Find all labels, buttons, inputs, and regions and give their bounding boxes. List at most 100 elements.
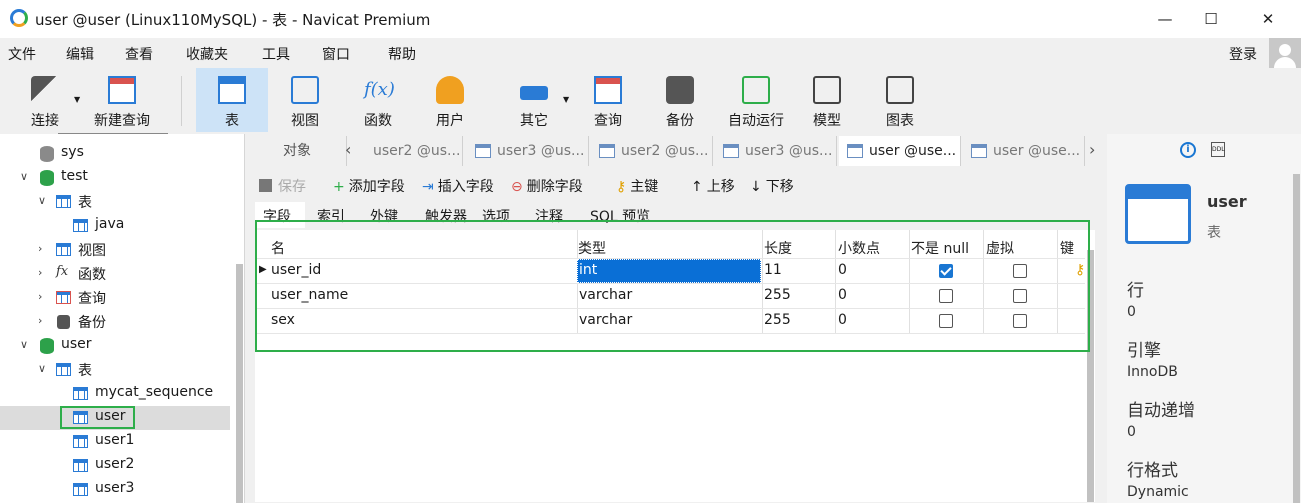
tree-item-user-db[interactable]: ∨ user	[0, 336, 230, 356]
menu-help[interactable]: 帮助	[388, 44, 416, 64]
backup-button[interactable]: 备份	[648, 68, 712, 132]
tree-scrollbar[interactable]	[236, 264, 243, 503]
tab-scroll-right-icon[interactable]: ›	[1089, 140, 1095, 159]
arrow-down-icon: ↓	[750, 179, 762, 195]
menu-bar: 文件 编辑 查看 收藏夹 工具 窗口 帮助 登录	[0, 38, 1301, 70]
table-icon	[73, 411, 88, 424]
rows-label: 行	[1127, 281, 1144, 301]
tab-user[interactable]: user @use...	[963, 136, 1085, 166]
chevron-right-icon: ›	[38, 314, 43, 327]
menu-file[interactable]: 文件	[8, 44, 36, 64]
tree-item-table[interactable]: mycat_sequence	[0, 384, 230, 404]
backup-icon	[666, 76, 694, 104]
new-query-button[interactable]: 新建查询	[88, 68, 156, 132]
avatar-icon[interactable]	[1269, 38, 1301, 70]
toolbar-divider	[181, 76, 182, 126]
tools-icon	[520, 86, 548, 100]
tree-partial-item	[58, 126, 168, 134]
tab-objects[interactable]: 对象	[255, 136, 347, 166]
automation-icon	[742, 76, 770, 104]
key-icon: ⚷	[616, 179, 627, 195]
table-icon	[73, 387, 88, 400]
function-icon: f(x)	[364, 79, 395, 100]
minimize-button[interactable]: —	[1142, 4, 1188, 34]
other-button[interactable]: ▼ 其它	[497, 68, 571, 132]
app-logo-icon	[10, 9, 28, 27]
database-icon	[40, 146, 54, 162]
menu-favorites[interactable]: 收藏夹	[186, 44, 228, 64]
tab-user3[interactable]: user3 @us...	[715, 136, 837, 166]
tab-user3[interactable]: user3 @us...	[467, 136, 589, 166]
tab-scroll-left-icon[interactable]: ‹	[345, 140, 351, 159]
view-button[interactable]: 视图	[273, 68, 337, 132]
close-button[interactable]: ✕	[1245, 4, 1291, 34]
move-down-button[interactable]: ↓ 下移	[750, 176, 794, 196]
chart-button[interactable]: 图表	[868, 68, 932, 132]
insert-field-button[interactable]: ⇥ 插入字段	[422, 176, 494, 196]
engine-value: InnoDB	[1127, 364, 1178, 380]
tree-item-table[interactable]: user2	[0, 456, 230, 476]
table-icon	[73, 483, 88, 496]
user-icon	[436, 76, 464, 104]
automation-button[interactable]: 自动运行	[720, 68, 792, 132]
tree-item-functions[interactable]: › fx 函数	[0, 264, 230, 284]
chevron-down-icon: ∨	[20, 170, 29, 183]
tree-item-table-selected[interactable]: user	[0, 406, 230, 430]
info-scrollbar[interactable]	[1293, 174, 1300, 503]
title-bar: user @user (Linux110MySQL) - 表 - Navicat…	[0, 0, 1301, 38]
delete-field-button[interactable]: ⊖ 删除字段	[511, 176, 583, 196]
menu-edit[interactable]: 编辑	[66, 44, 94, 64]
login-link[interactable]: 登录	[1229, 44, 1257, 64]
tree-item-test-tables[interactable]: ∨ 表	[0, 192, 230, 212]
table-icon	[56, 363, 71, 376]
primary-key-button[interactable]: ⚷ 主键	[616, 176, 658, 196]
tree-item-backups[interactable]: › 备份	[0, 312, 230, 332]
tab-user-design[interactable]: user @use...	[839, 136, 961, 166]
info-icon[interactable]: i	[1180, 142, 1196, 158]
table-icon	[73, 435, 88, 448]
navigation-tree: sys ∨ test ∨ 表 java › 视图 › fx 函数 › 查询 › …	[0, 133, 245, 503]
dropdown-arrow-icon: ▼	[74, 95, 81, 104]
tree-item-sys[interactable]: sys	[0, 144, 230, 164]
table-icon	[73, 219, 88, 232]
table-icon	[73, 459, 88, 472]
chevron-down-icon: ∨	[38, 362, 47, 375]
menu-tools[interactable]: 工具	[262, 44, 290, 64]
tab-user2[interactable]: user2 @us...	[363, 136, 463, 166]
function-icon: fx	[56, 264, 69, 279]
tree-item-table[interactable]: user3	[0, 480, 230, 500]
highlight-box	[255, 220, 1090, 352]
connect-button[interactable]: ▼ 连接	[12, 68, 81, 132]
autoinc-label: 自动递增	[1127, 401, 1195, 421]
function-button[interactable]: f(x) 函数	[346, 68, 410, 132]
table-designer: 对象 ‹ user2 @us... user3 @us... user2 @us…	[245, 134, 1107, 503]
maximize-button[interactable]: ☐	[1188, 4, 1234, 34]
table-button[interactable]: 表	[196, 68, 268, 132]
add-field-button[interactable]: + 添加字段	[333, 176, 405, 196]
model-button[interactable]: 模型	[795, 68, 859, 132]
ddl-icon[interactable]: DDL	[1211, 142, 1225, 157]
view-icon	[56, 243, 71, 256]
backup-icon	[57, 315, 70, 329]
plug-icon	[31, 76, 59, 104]
user-button[interactable]: 用户	[418, 68, 482, 132]
tree-item-queries[interactable]: › 查询	[0, 288, 230, 308]
move-up-button[interactable]: ↑ 上移	[691, 176, 735, 196]
menu-window[interactable]: 窗口	[322, 44, 350, 64]
tree-item-test[interactable]: ∨ test	[0, 168, 230, 188]
query-button[interactable]: 查询	[576, 68, 640, 132]
chevron-right-icon: ›	[38, 266, 43, 279]
model-icon	[813, 76, 841, 104]
tab-user2[interactable]: user2 @us...	[591, 136, 713, 166]
chevron-down-icon: ∨	[20, 338, 29, 351]
query-icon	[56, 291, 71, 304]
table-icon	[218, 76, 246, 104]
delete-field-icon: ⊖	[511, 179, 523, 195]
tree-item-java[interactable]: java	[0, 216, 230, 236]
tree-item-table[interactable]: user1	[0, 432, 230, 452]
menu-view[interactable]: 查看	[125, 44, 153, 64]
tree-item-user-tables[interactable]: ∨ 表	[0, 360, 230, 380]
insert-field-icon: ⇥	[422, 179, 434, 195]
tree-item-views[interactable]: › 视图	[0, 240, 230, 260]
save-button[interactable]: 保存	[259, 176, 306, 196]
